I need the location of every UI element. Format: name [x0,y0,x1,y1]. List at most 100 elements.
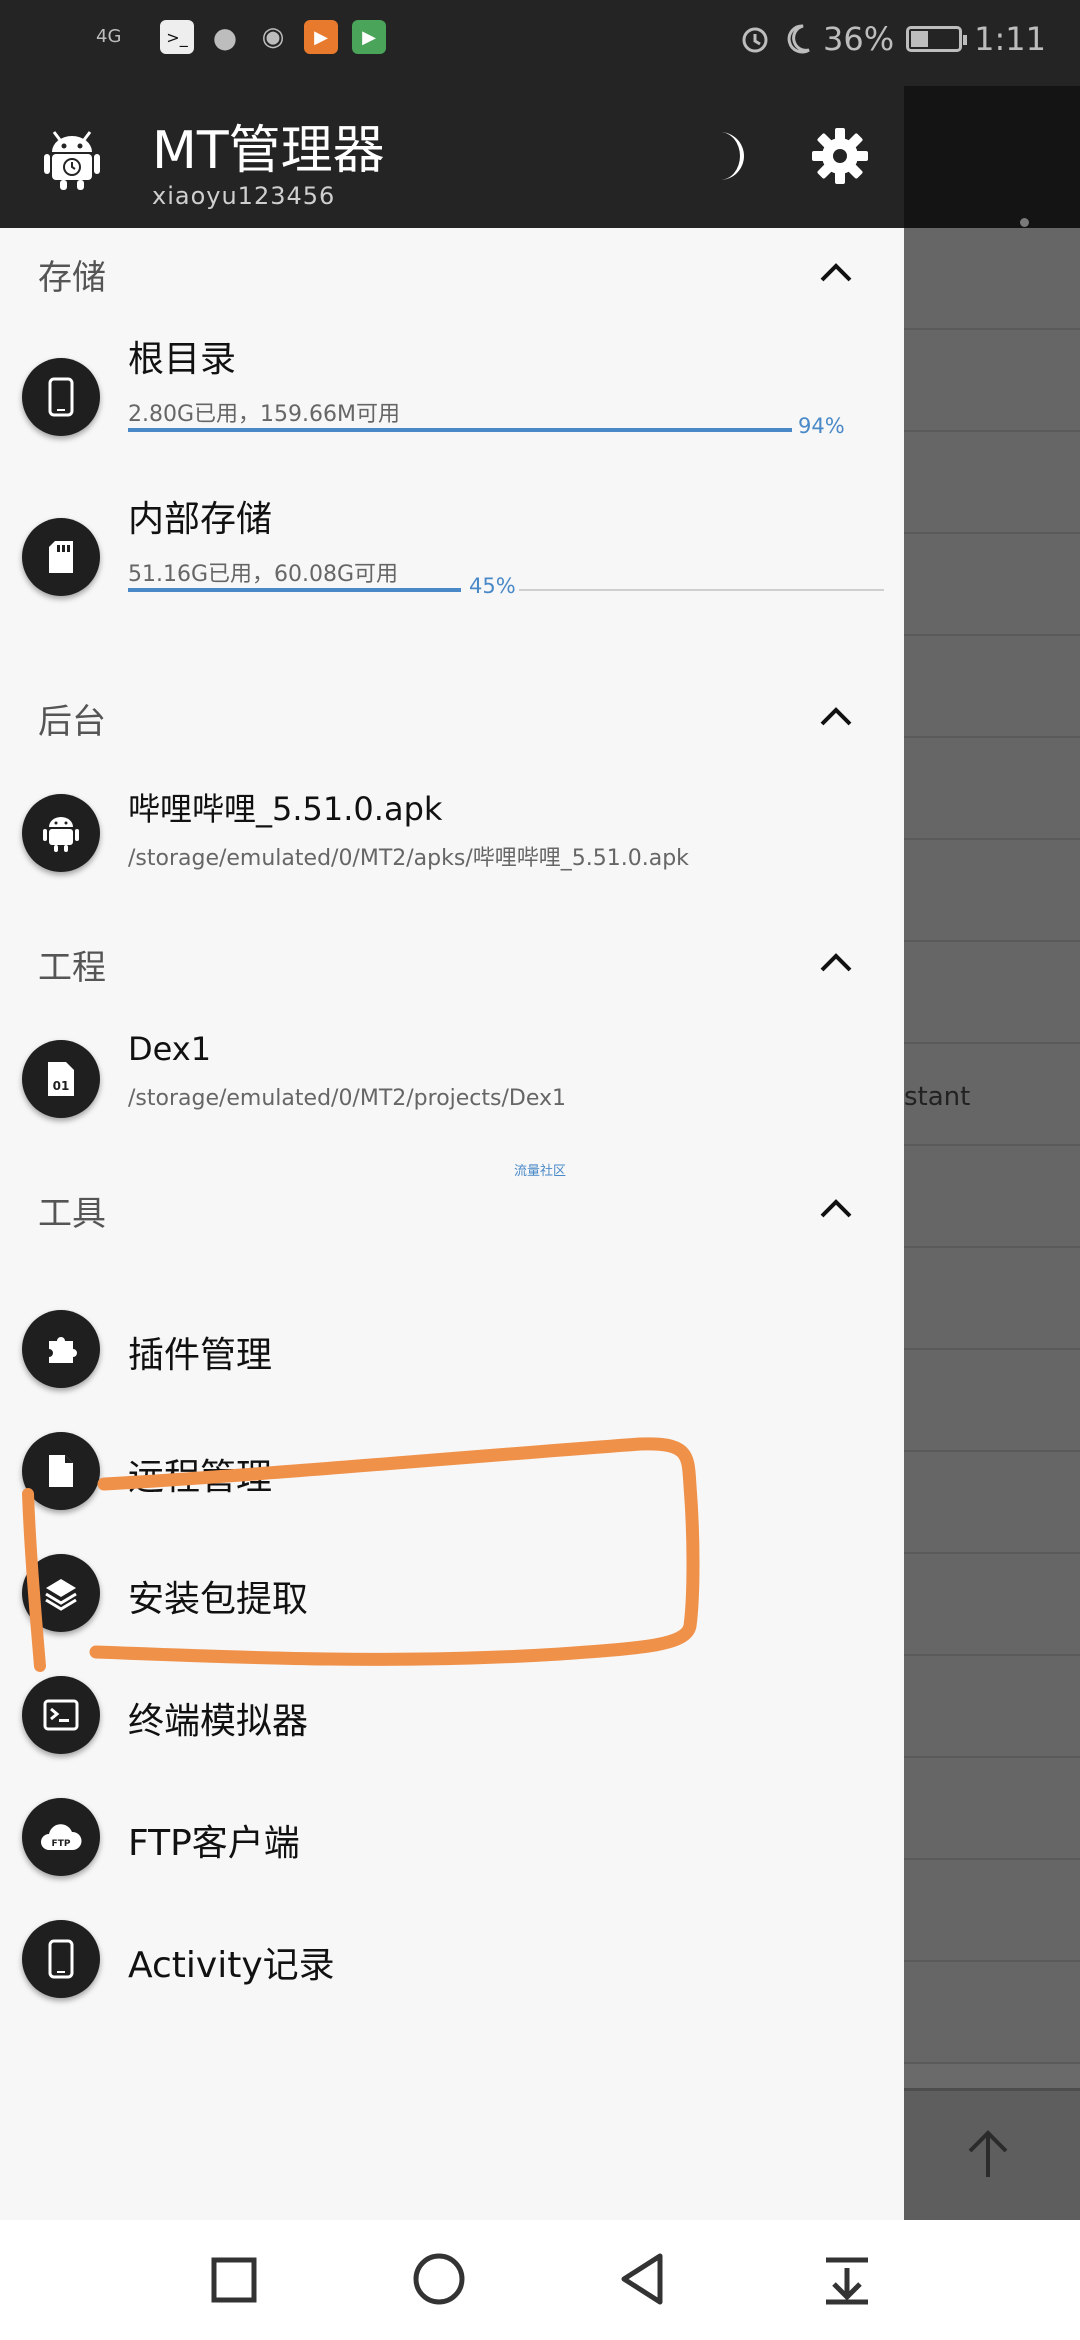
svg-text:01: 01 [53,1079,70,1093]
progress-fill [128,588,461,592]
list-item[interactable] [904,1350,1080,1452]
section-storage-header[interactable]: 存储 [0,234,904,314]
list-item[interactable] [904,1656,1080,1758]
progress-fill [128,428,792,432]
tool-item-apk-extract[interactable]: 安装包提取 [0,1532,904,1654]
chevron-up-icon[interactable] [818,950,854,974]
storage-item-root[interactable]: 根目录 2.80G已用，159.66M可用 [0,322,904,468]
section-tools-header[interactable]: 工具 [0,1170,904,1250]
chat-icon: ● [212,20,238,54]
item-title: 内部存储 [128,499,273,540]
sd-card-icon [22,518,100,596]
wechat-icon: ◉ [261,22,285,52]
list-item[interactable] [904,636,1080,738]
notification-pulldown-icon[interactable] [812,2244,882,2314]
alarm-icon [742,27,768,53]
layers-icon [22,1554,100,1632]
list-item[interactable] [904,330,1080,432]
section-title: 存储 [38,258,106,298]
list-item[interactable] [904,228,1080,330]
item-title: Dex1 [128,1030,212,1068]
battery-percent: 36% [823,20,895,58]
ftp-cloud-icon: FTP [22,1798,100,1876]
terminal-icon: >_ [160,20,194,54]
item-path: /storage/emulated/0/MT2/projects/Dex1 [128,1086,567,1111]
puzzle-icon [22,1310,100,1388]
terminal-icon [22,1676,100,1754]
item-title: 根目录 [128,339,237,380]
list-item[interactable] [904,840,1080,942]
home-circle-icon[interactable] [404,2244,474,2314]
list-item[interactable] [904,432,1080,534]
list-item[interactable] [904,1452,1080,1554]
tool-item-remote[interactable]: 远程管理 [0,1410,904,1532]
background-bottom-bar [904,2088,1080,2223]
arrow-up-icon[interactable] [964,2129,1012,2179]
list-item[interactable] [904,942,1080,1044]
recents-square-icon[interactable] [198,2244,268,2314]
item-usage: 2.80G已用，159.66M可用 [128,402,400,427]
drawer-header: MT管理器 xiaoyu123456 [0,86,904,228]
list-item[interactable] [904,534,1080,636]
item-path: /storage/emulated/0/MT2/apks/哔哩哔哩_5.51.0… [128,846,689,871]
chevron-up-icon[interactable] [818,704,854,728]
battery-icon [906,26,968,52]
tool-label: 安装包提取 [128,1579,309,1620]
phone-icon [22,358,100,436]
phone-icon [22,1920,100,1998]
item-title: 哔哩哔哩_5.51.0.apk [128,790,443,828]
android-icon [22,794,100,872]
tool-label: Activity记录 [128,1945,335,1986]
section-title: 后台 [38,702,106,742]
background-item-apk[interactable]: 哔哩哔哩_5.51.0.apk /storage/emulated/0/MT2/… [0,772,904,892]
file-icon [22,1432,100,1510]
usage-percent: 94% [798,414,845,438]
project-item-dex1[interactable]: 01 Dex1 /storage/emulated/0/MT2/projects… [0,1018,904,1138]
clock: 1:11 [974,20,1046,58]
night-mode-icon[interactable] [694,124,758,188]
storage-item-internal[interactable]: 内部存储 51.16G已用，60.08G可用 [0,482,904,628]
dex-file-icon: 01 [22,1040,100,1118]
tool-label: 终端模拟器 [128,1701,309,1742]
list-item[interactable] [904,1146,1080,1248]
status-bar: 4G >_ ● ◉ ▶ ▶ 36% 1:11 [0,0,1080,86]
section-project-header[interactable]: 工程 [0,924,904,1004]
section-background-header[interactable]: 后台 [0,678,904,758]
background-toolbar [904,86,1080,261]
tool-label: FTP客户端 [128,1823,300,1864]
tool-label: 插件管理 [128,1335,273,1376]
progress-track [519,589,884,591]
back-triangle-icon[interactable] [608,2244,678,2314]
usage-percent: 45% [469,574,516,598]
android-logo-icon [44,131,100,190]
list-item[interactable] [904,1554,1080,1656]
tool-item-plugins[interactable]: 插件管理 [0,1288,904,1410]
video-app-icon: ▶ [304,20,338,54]
background-file-list: stant [904,228,1080,2088]
section-title: 工具 [38,1194,106,1234]
navigation-drawer: MT管理器 xiaoyu123456 存储 根目录 2.80G已用，159.66… [0,86,904,2220]
tool-item-terminal[interactable]: 终端模拟器 [0,1654,904,1776]
list-item[interactable] [904,1758,1080,1860]
account-name: xiaoyu123456 [152,182,336,210]
svg-text:FTP: FTP [52,1839,71,1849]
item-usage: 51.16G已用，60.08G可用 [128,562,399,587]
list-item[interactable] [904,1248,1080,1350]
tool-item-activity[interactable]: Activity记录 [0,1898,904,2020]
signal-indicator: 4G [96,26,122,47]
section-title: 工程 [38,948,106,988]
chevron-up-icon[interactable] [818,260,854,284]
system-navigation-bar [0,2220,1080,2340]
chevron-up-icon[interactable] [818,1196,854,1220]
usage-progress-bar-root: 94% [128,414,884,438]
list-item[interactable] [904,1860,1080,1962]
list-item[interactable]: stant [904,1044,1080,1146]
row-text-fragment: stant [904,1082,971,1112]
app-title: MT管理器 [152,121,385,181]
settings-gear-icon[interactable] [808,124,872,188]
list-item[interactable] [904,738,1080,840]
tool-item-ftp[interactable]: FTP FTP客户端 [0,1776,904,1898]
usage-progress-bar-internal: 45% [128,574,884,598]
list-item[interactable] [904,1962,1080,2064]
moon-icon [787,24,810,54]
